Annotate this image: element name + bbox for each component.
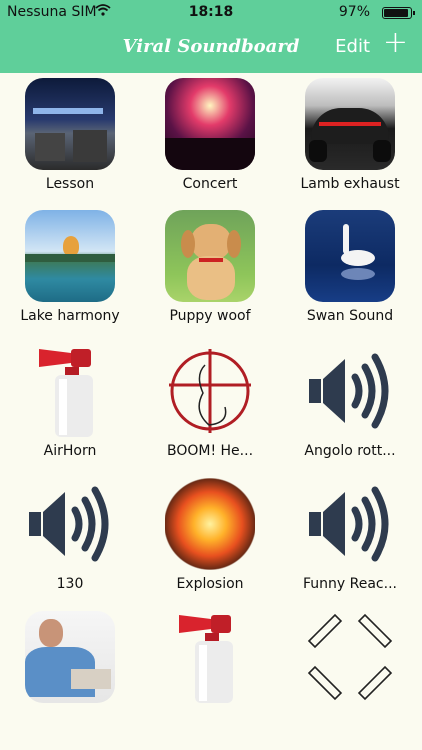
header: Nessuna SIM 18:18 97% Viral Soundboard E…	[0, 0, 422, 73]
sound-label: AirHorn	[43, 443, 97, 459]
sound-tile-lake-harmony[interactable]: Lake harmony	[0, 210, 140, 324]
speaker-icon	[25, 478, 115, 570]
sound-label: Lesson	[45, 176, 95, 192]
lecture-photo-icon	[25, 78, 115, 170]
sound-label: Explosion	[176, 576, 244, 592]
add-button[interactable]: +	[383, 28, 408, 58]
battery-fill	[384, 9, 408, 17]
sound-label: Swan Sound	[306, 308, 394, 324]
sound-label: Angolo rott...	[304, 443, 396, 459]
sound-tile-puppy-woof[interactable]: Puppy woof	[140, 210, 280, 324]
puppy-photo-icon	[165, 210, 255, 302]
man-photo-icon	[25, 611, 115, 703]
nav-bar: Viral Soundboard Edit +	[0, 24, 422, 73]
collapse-arrows-icon	[305, 611, 395, 703]
crosshair-icon	[165, 345, 255, 437]
sound-tile-explosion[interactable]: Explosion	[140, 478, 280, 592]
sound-label: 130	[56, 576, 84, 592]
sound-label: Funny Reac...	[303, 576, 397, 592]
sound-tile-man[interactable]	[0, 611, 140, 709]
sound-tile-airhorn[interactable]: AirHorn	[0, 345, 140, 459]
sound-tile-130[interactable]: 130	[0, 478, 140, 592]
edit-button[interactable]: Edit	[335, 36, 370, 57]
speaker-icon	[305, 345, 395, 437]
sound-tile-funny-reaction[interactable]: Funny Reac...	[280, 478, 420, 592]
sound-tile-swan-sound[interactable]: Swan Sound	[280, 210, 420, 324]
sound-label: Lamb exhaust	[300, 176, 400, 192]
sound-grid: Lesson Concert Lamb exhaust Lake harmony	[0, 73, 422, 750]
battery-percent: 97%	[338, 4, 370, 20]
sound-label: Concert	[182, 176, 238, 192]
sound-tile-angolo[interactable]: Angolo rott...	[280, 345, 420, 459]
speaker-icon	[305, 478, 395, 570]
explosion-photo-icon	[165, 478, 255, 570]
sound-label: BOOM! He...	[166, 443, 254, 459]
sound-tile-collapse[interactable]	[280, 611, 420, 709]
sound-label: Lake harmony	[20, 308, 120, 324]
sound-tile-lesson[interactable]: Lesson	[0, 78, 140, 192]
battery-tip	[413, 11, 415, 15]
airhorn-icon	[25, 345, 115, 437]
battery-icon	[382, 7, 415, 19]
concert-photo-icon	[165, 78, 255, 170]
sound-tile-concert[interactable]: Concert	[140, 78, 280, 192]
status-bar: Nessuna SIM 18:18 97%	[0, 0, 422, 24]
car-photo-icon	[305, 78, 395, 170]
sound-tile-boom[interactable]: BOOM! He...	[140, 345, 280, 459]
sound-label: Puppy woof	[169, 308, 251, 324]
sound-tile-lamb-exhaust[interactable]: Lamb exhaust	[280, 78, 420, 192]
sound-tile-airhorn-2[interactable]	[140, 611, 280, 709]
lake-photo-icon	[25, 210, 115, 302]
airhorn-icon	[165, 611, 255, 703]
swan-photo-icon	[305, 210, 395, 302]
